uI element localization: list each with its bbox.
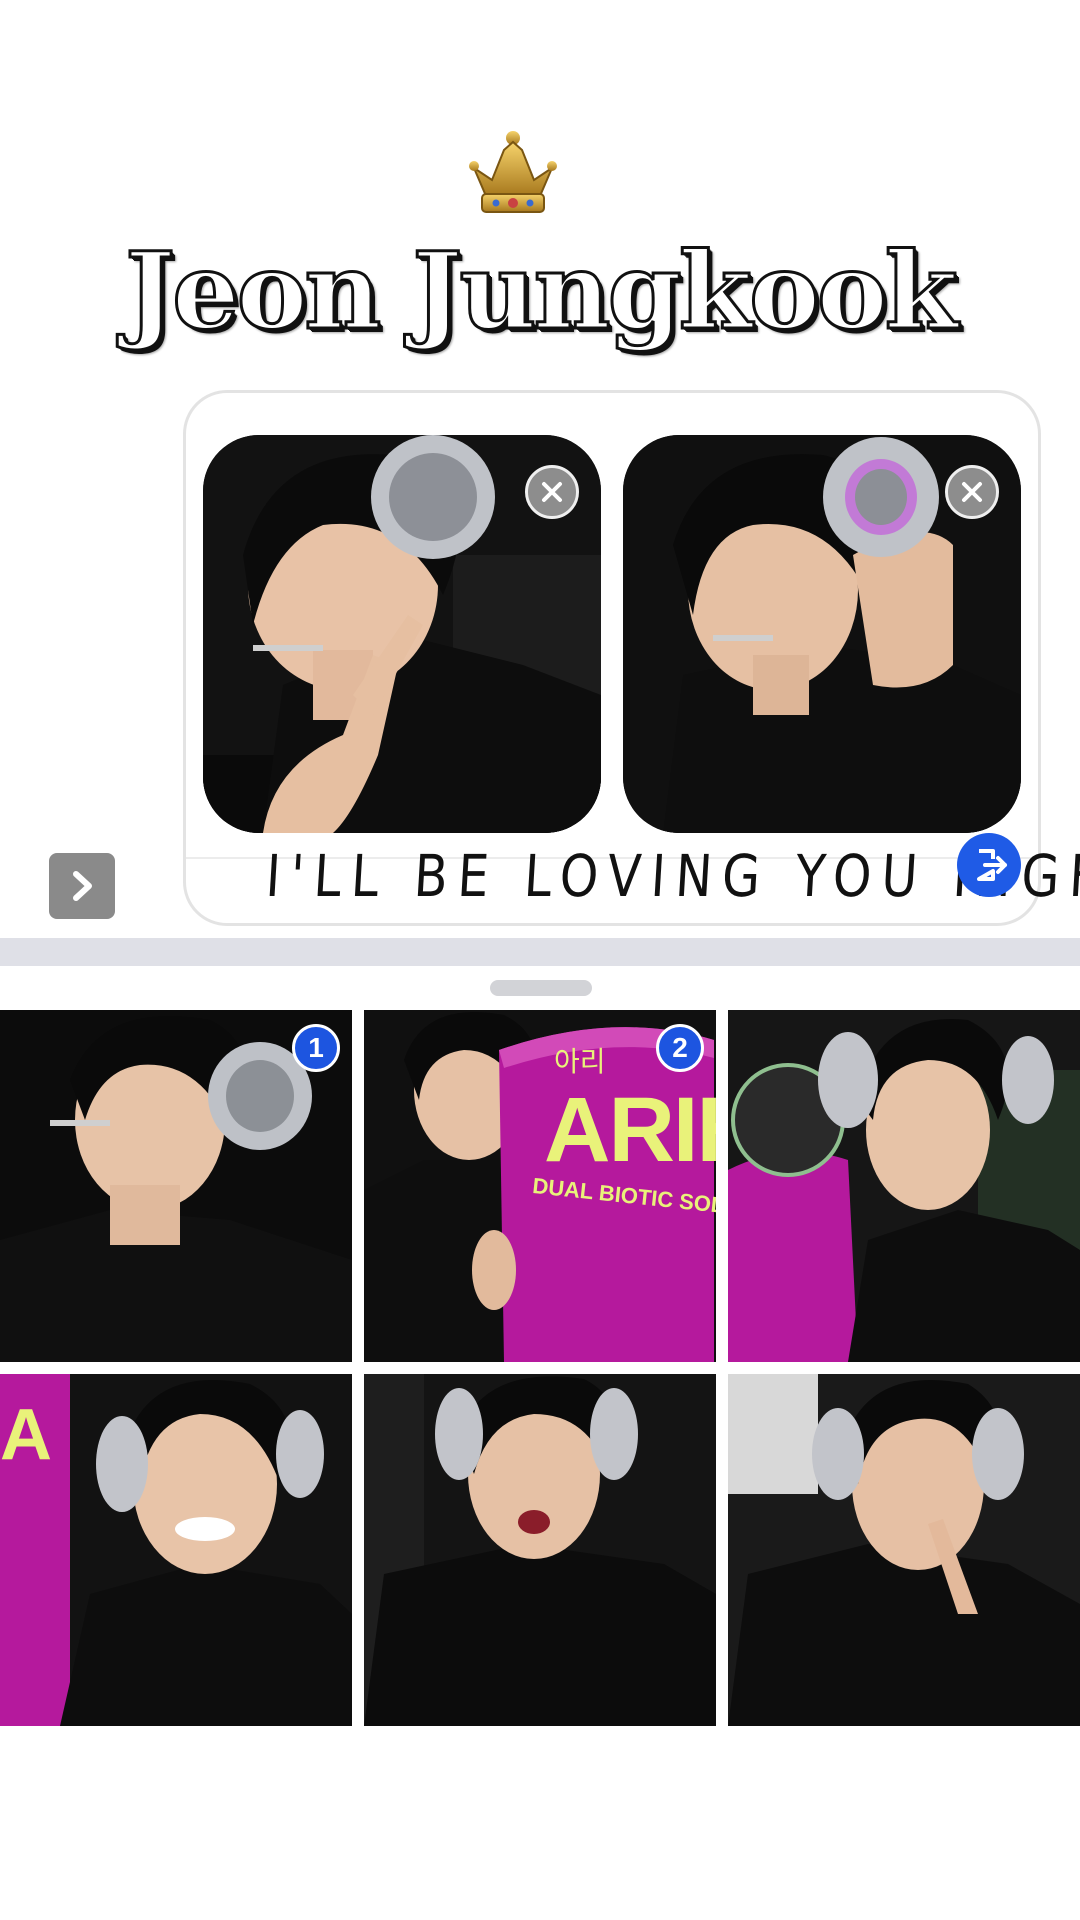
page-title: Jeon Jungkook (124, 227, 960, 355)
remove-attachment-button[interactable] (525, 465, 579, 519)
selection-badge: 1 (292, 1024, 340, 1072)
expand-button[interactable] (49, 853, 115, 919)
photo-thumbnail (728, 1374, 1080, 1726)
attachment-thumbnail[interactable] (203, 435, 601, 833)
photo-thumbnail (0, 1374, 352, 1726)
photo-cell[interactable] (728, 1374, 1080, 1726)
photo-cell[interactable]: 1 (0, 1010, 352, 1362)
can-brand-text: ARIH (544, 1079, 716, 1181)
photo-thumbnail (728, 1010, 1080, 1362)
photo-picker-tray: 1 아리 ARIH DUAL BIOTIC SODA 2 (0, 966, 1080, 1920)
photo-cell[interactable] (728, 1010, 1080, 1362)
send-icon (977, 849, 1007, 881)
attachment-thumbnail[interactable] (623, 435, 1021, 833)
close-icon (542, 482, 562, 502)
message-compose-box[interactable]: I'LL BE LOVING YOU RIGHT (183, 390, 1080, 926)
send-button[interactable] (957, 833, 1021, 897)
can-letter: A (0, 1395, 52, 1475)
photo-cell[interactable]: A (0, 1374, 352, 1726)
chevron-right-icon (73, 871, 92, 901)
remove-attachment-button[interactable] (945, 465, 999, 519)
drag-handle[interactable] (490, 980, 592, 996)
close-icon (962, 482, 982, 502)
tray-separator (0, 938, 1080, 966)
message-input[interactable]: I'LL BE LOVING YOU RIGHT (263, 827, 1080, 926)
photo-cell[interactable]: 아리 ARIH DUAL BIOTIC SODA 2 (364, 1010, 716, 1362)
can-korean-text: 아리 (554, 1046, 606, 1077)
selection-badge: 2 (656, 1024, 704, 1072)
photo-cell[interactable] (364, 1374, 716, 1726)
photo-thumbnail (364, 1374, 716, 1726)
crown-icon (469, 131, 557, 213)
